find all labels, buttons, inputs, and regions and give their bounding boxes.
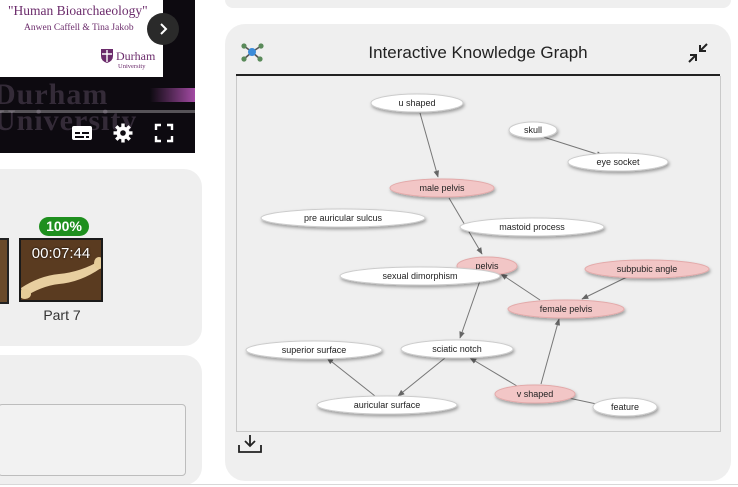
subtitles-icon [72, 126, 92, 140]
edge-v-shaped-female-pelvis [540, 318, 561, 385]
slide-title-card: "Human Bioarchaeology" Anwen Caffell & T… [0, 0, 163, 77]
edge-skull-eye-socket [536, 134, 604, 157]
graph-node-sciatic-notch[interactable]: sciatic notch [400, 339, 514, 359]
graph-svg[interactable]: u shaped skull eye socket male pelvis pre au… [237, 76, 722, 432]
logo-subtitle: University [118, 63, 146, 70]
part-label: Part 7 [43, 307, 81, 323]
graph-node-label: v shaped [517, 389, 554, 399]
settings-icon [113, 123, 133, 143]
graph-node-feature[interactable]: feature [592, 397, 658, 417]
video-frame-highlight [150, 88, 195, 102]
graph-node-label: skull [524, 125, 542, 135]
edge-female-pelvis-pelvis [500, 273, 541, 301]
graph-node-auricular-surface[interactable]: auricular surface [316, 395, 458, 415]
graph-node-label: u shaped [398, 98, 435, 108]
graph-node-skull[interactable]: skull [508, 121, 558, 139]
graph-node-label: female pelvis [540, 304, 593, 314]
graph-nodes: u shaped skull eye socket male pelvis pre au… [245, 93, 710, 417]
graph-node-label: superior surface [282, 345, 347, 355]
video-player[interactable]: Durham University "Human Bioarchaeology"… [0, 0, 195, 153]
graph-node-label: sexual dimorphism [382, 271, 457, 281]
slide-title: "Human Bioarchaeology" [8, 3, 148, 18]
graph-node-eye-socket[interactable]: eye socket [567, 152, 669, 172]
chevron-right-icon [160, 23, 168, 35]
notes-input[interactable] [0, 404, 186, 476]
graph-node-label: eye socket [596, 157, 640, 167]
graph-node-mastoid[interactable]: mastoid process [459, 217, 605, 237]
subtitles-button[interactable] [70, 121, 94, 145]
knowledge-graph-title: Interactive Knowledge Graph [368, 43, 588, 62]
edge-pelvis-sciatic-notch [459, 274, 483, 339]
graph-node-male-pelvis[interactable]: male pelvis [389, 178, 495, 198]
knowledge-graph-header: Interactive Knowledge Graph [225, 24, 731, 76]
graph-node-label: mastoid process [499, 222, 565, 232]
previous-part-thumbnail[interactable] [0, 238, 9, 304]
edge-subpubic-female-pelvis [581, 275, 630, 300]
progress-badge: 100% [39, 217, 89, 236]
edge-v-shaped-sciatic-notch [469, 357, 518, 387]
download-icon[interactable] [236, 433, 264, 455]
graph-node-label: sciatic notch [432, 344, 482, 354]
graph-node-label: pre auricular sulcus [304, 213, 383, 223]
settings-button[interactable] [111, 121, 135, 145]
graph-node-sexual-dimorphism[interactable]: sexual dimorphism [339, 266, 501, 286]
part-duration: 00:07:44 [31, 245, 91, 262]
next-slide-button[interactable] [147, 13, 179, 45]
crest-icon [101, 49, 113, 63]
edge-auricular-superior-surface [326, 357, 376, 397]
part-7-thumbnail[interactable]: 00:07:44 [19, 238, 103, 302]
graph-node-u-shaped[interactable]: u shaped [370, 93, 464, 113]
edge-sciatic-notch-auricular [397, 357, 446, 397]
graph-node-label: subpubic angle [617, 264, 678, 274]
graph-node-v-shaped[interactable]: v shaped [494, 384, 576, 404]
graph-node-label: male pelvis [419, 183, 465, 193]
panel-top-strip [225, 0, 731, 8]
graph-node-label: feature [611, 402, 639, 412]
graph-node-subpubic[interactable]: subpubic angle [584, 259, 710, 279]
collapse-icon[interactable] [686, 41, 710, 65]
edge-u-shaped-male-pelvis [419, 112, 439, 178]
graph-node-superior-surface[interactable]: superior surface [245, 340, 383, 360]
graph-node-label: auricular surface [354, 400, 421, 410]
video-progress-bar[interactable] [0, 110, 195, 113]
fullscreen-icon [154, 123, 174, 143]
slide-authors: Anwen Caffell & Tina Jakob [24, 23, 134, 33]
graph-node-pre-auricular[interactable]: pre auricular sulcus [260, 208, 426, 228]
page-bottom-divider [0, 484, 738, 485]
fullscreen-button[interactable] [152, 121, 176, 145]
durham-logo: Durham University [100, 47, 160, 73]
logo-name: Durham [116, 49, 156, 63]
graph-node-female-pelvis[interactable]: female pelvis [507, 299, 625, 319]
knowledge-graph-canvas[interactable]: u shaped skull eye socket male pelvis pre au… [236, 76, 721, 432]
